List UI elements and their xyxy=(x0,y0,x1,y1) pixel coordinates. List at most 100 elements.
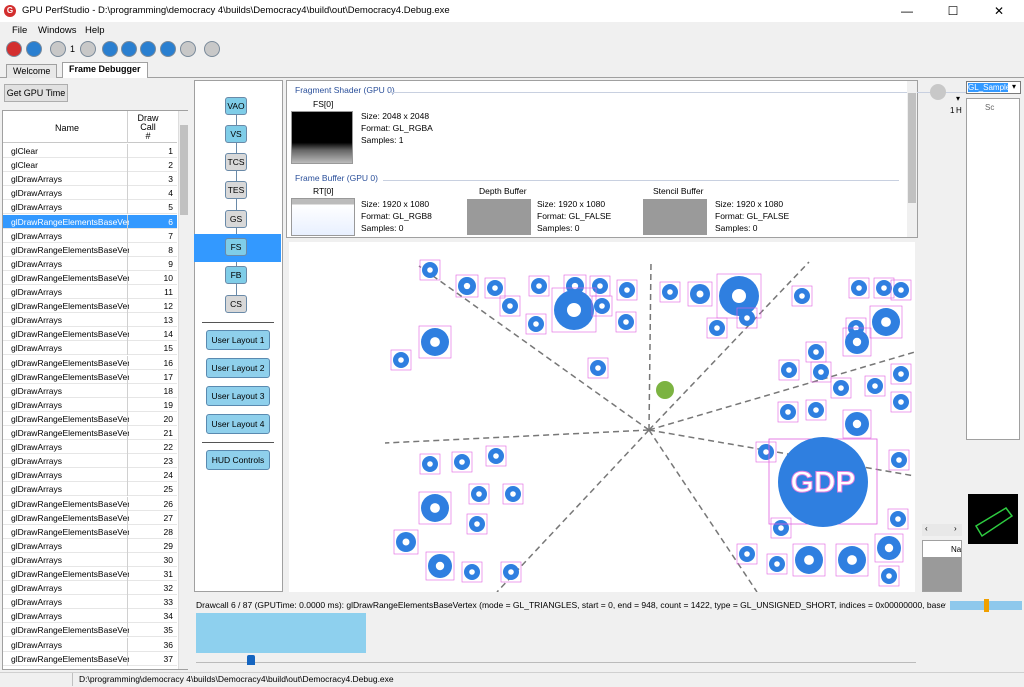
table-row[interactable]: glDrawRangeElementsBaseVer... 35 xyxy=(3,623,177,638)
sampler-select[interactable]: GL_Samplers ▾ xyxy=(966,81,1021,94)
preview-thumbnail[interactable] xyxy=(968,494,1018,544)
stage-cs[interactable]: CS xyxy=(225,295,247,313)
pin-icon[interactable] xyxy=(930,84,946,100)
table-row[interactable]: glDrawArrays 5 xyxy=(3,200,177,215)
stage-tes[interactable]: TES xyxy=(225,181,247,199)
table-row[interactable]: glDrawRangeElementsBaseVer... 17 xyxy=(3,369,177,384)
table-row[interactable]: glDrawArrays 19 xyxy=(3,397,177,412)
table-row[interactable]: glDrawArrays 30 xyxy=(3,552,177,567)
table-row[interactable]: glDrawRangeElementsBaseVer... 37 xyxy=(3,651,177,666)
table-row[interactable]: glClear 2 xyxy=(3,158,177,173)
rt-thumbnail[interactable] xyxy=(291,198,355,236)
table-row[interactable]: glDrawRangeElementsBaseVer... 31 xyxy=(3,567,177,582)
stage-vs[interactable]: VS xyxy=(225,125,247,143)
get-gpu-time-button[interactable]: Get GPU Time xyxy=(4,84,68,102)
policy-icon-glyph xyxy=(430,503,440,513)
right-row-label: 1 xyxy=(950,106,955,115)
table-row[interactable]: glDrawArrays 29 xyxy=(3,538,177,553)
step-back-icon[interactable] xyxy=(50,41,66,57)
render-viewport[interactable]: GDP xyxy=(289,242,915,592)
timeline-slider-handle[interactable] xyxy=(247,655,255,665)
table-row[interactable]: glDrawRangeElementsBaseVer... 20 xyxy=(3,411,177,426)
menu-windows[interactable]: Windows xyxy=(38,25,77,36)
table-row[interactable]: glDrawArrays 23 xyxy=(3,454,177,469)
horizontal-scrollbar[interactable]: ‹ › xyxy=(922,524,962,536)
col-na-header[interactable]: Na xyxy=(951,545,961,554)
table-row[interactable]: glDrawRangeElementsBaseVer... 8 xyxy=(3,242,177,257)
stage-fs[interactable]: FS xyxy=(225,238,247,256)
menu-help[interactable]: Help xyxy=(85,25,105,36)
close-button[interactable]: ✕ xyxy=(976,0,1022,22)
table-row[interactable]: glDrawArrays 25 xyxy=(3,482,177,497)
chevron-down-icon[interactable]: ▾ xyxy=(1012,82,1016,91)
profiler-icon[interactable] xyxy=(121,41,137,57)
stop-icon[interactable] xyxy=(6,41,22,57)
table-row[interactable]: glDrawRangeElementsBaseVer... 26 xyxy=(3,496,177,511)
table-row[interactable]: glDrawArrays 7 xyxy=(3,228,177,243)
chevron-down-icon[interactable]: ▾ xyxy=(956,94,960,103)
drawcall-name: glDrawArrays xyxy=(11,399,63,410)
table-row[interactable]: glDrawArrays 9 xyxy=(3,256,177,271)
table-row[interactable]: glDrawArrays 24 xyxy=(3,468,177,483)
policy-icon-glyph xyxy=(624,287,630,293)
stage-vao[interactable]: VAO xyxy=(225,97,247,115)
user-layout-3-button[interactable]: User Layout 3 xyxy=(206,386,270,406)
table-row[interactable]: glDrawArrays 3 xyxy=(3,172,177,187)
table-row[interactable]: glDrawRangeElementsBaseVer... 28 xyxy=(3,524,177,539)
drawcall-name: glDrawRangeElementsBaseVer... xyxy=(11,216,129,227)
stage-gs[interactable]: GS xyxy=(225,210,247,228)
table-row[interactable]: glDrawArrays 4 xyxy=(3,186,177,201)
fs-texture-thumbnail[interactable] xyxy=(291,111,353,164)
table-row[interactable]: glDrawRangeElementsBaseVer... 14 xyxy=(3,327,177,342)
shader-debugger-icon[interactable] xyxy=(160,41,176,57)
frame-debugger-icon[interactable] xyxy=(102,41,118,57)
table-row[interactable]: glClear 1 xyxy=(3,144,177,159)
scrollbar-thumb[interactable] xyxy=(180,125,188,215)
user-layout-2-button[interactable]: User Layout 2 xyxy=(206,358,270,378)
table-row[interactable]: glDrawRangeElementsBaseVer... 27 xyxy=(3,510,177,525)
settings-icon[interactable] xyxy=(204,41,220,57)
column-name-header[interactable]: Name xyxy=(55,123,79,133)
user-layout-1-button[interactable]: User Layout 1 xyxy=(206,330,270,350)
scroll-left-icon[interactable]: ‹ xyxy=(925,524,928,533)
depth-buffer-thumbnail[interactable] xyxy=(467,199,531,235)
play-icon[interactable] xyxy=(26,41,42,57)
scrollbar-thumb[interactable] xyxy=(908,93,916,203)
timeline-nav-marker[interactable] xyxy=(984,599,989,612)
table-row[interactable]: glDrawRangeElementsBaseVer... 10 xyxy=(3,270,177,285)
stage-tcs[interactable]: TCS xyxy=(225,153,247,171)
scroll-right-icon[interactable]: › xyxy=(954,524,957,533)
textures-scrollbar[interactable] xyxy=(907,81,917,237)
table-row[interactable]: glDrawRangeElementsBaseVer... 21 xyxy=(3,426,177,441)
column-divider[interactable] xyxy=(127,111,128,143)
step-forward-icon[interactable] xyxy=(80,41,96,57)
list-scrollbar[interactable] xyxy=(178,111,188,669)
table-row[interactable]: glDrawArrays 32 xyxy=(3,581,177,596)
maximize-button[interactable]: ☐ xyxy=(930,0,976,22)
table-row[interactable]: glDrawRangeElementsBaseVer... 6 xyxy=(3,214,177,229)
table-row[interactable]: glDrawArrays 22 xyxy=(3,440,177,455)
stage-fb[interactable]: FB xyxy=(225,266,247,284)
table-row[interactable]: glDrawArrays 33 xyxy=(3,595,177,610)
table-row[interactable]: glDrawArrays 11 xyxy=(3,285,177,300)
api-trace-icon[interactable] xyxy=(140,41,156,57)
stencil-buffer-thumbnail[interactable] xyxy=(643,199,707,235)
table-row[interactable]: glDrawArrays 13 xyxy=(3,313,177,328)
col-sc-header[interactable]: Sc xyxy=(985,103,994,112)
menu-file[interactable]: File xyxy=(12,25,27,36)
user-layout-4-button[interactable]: User Layout 4 xyxy=(206,414,270,434)
hud-controls-button[interactable]: HUD Controls xyxy=(206,450,270,470)
table-row[interactable]: glDrawRangeElementsBaseVer... 12 xyxy=(3,299,177,314)
tab-welcome[interactable]: Welcome xyxy=(6,64,58,78)
tab-frame-debugger[interactable]: Frame Debugger xyxy=(62,62,148,78)
table-row[interactable]: glDrawArrays 15 xyxy=(3,341,177,356)
table-row[interactable]: glDrawArrays 34 xyxy=(3,609,177,624)
table-row[interactable]: glDrawArrays 36 xyxy=(3,637,177,652)
table-row[interactable]: glDrawRangeElementsBaseVer... 16 xyxy=(3,355,177,370)
minimize-button[interactable]: — xyxy=(884,0,930,22)
disabled-tool-icon[interactable] xyxy=(180,41,196,57)
timeline-bar[interactable] xyxy=(196,613,366,653)
table-row[interactable]: glDrawArrays 18 xyxy=(3,383,177,398)
column-drawcall-header[interactable]: Draw Call # xyxy=(133,114,163,141)
timeline-nav-bar[interactable] xyxy=(950,599,1022,612)
